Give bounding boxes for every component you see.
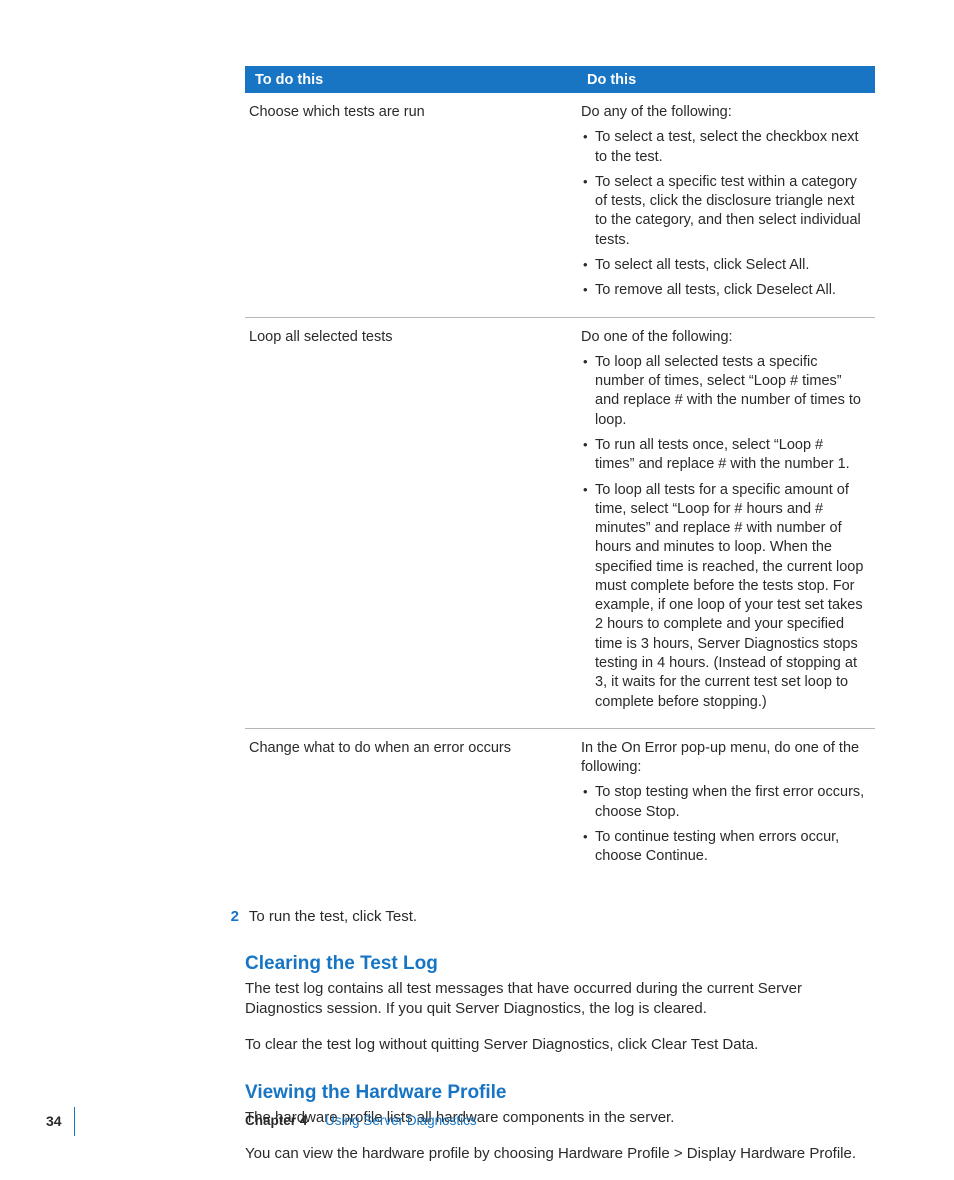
table-row: Choose which tests are run Do any of the… [245, 93, 875, 317]
action-intro: In the On Error pop-up menu, do one of t… [581, 740, 859, 775]
bullet-item: To select all tests, click Select All. [581, 256, 865, 275]
bullet-list: To stop testing when the first error occ… [581, 783, 865, 866]
task-cell: Change what to do when an error occurs [245, 728, 577, 882]
bullet-item: To remove all tests, click Deselect All. [581, 281, 865, 300]
task-cell: Loop all selected tests [245, 317, 577, 728]
bullet-item: To loop all selected tests a specific nu… [581, 353, 865, 430]
step-text: To run the test, click Test. [249, 908, 417, 925]
bullet-list: To select a test, select the checkbox ne… [581, 128, 865, 300]
page-number: 34 [46, 1113, 62, 1129]
bullet-item: To select a test, select the checkbox ne… [581, 128, 865, 167]
table-header-col1: To do this [245, 66, 577, 93]
page-content: To do this Do this Choose which tests ar… [245, 66, 875, 1180]
footer-text: Chapter 4 Using Server Diagnostics [245, 1113, 477, 1128]
bullet-item: To run all tests once, select “Loop # ti… [581, 436, 865, 475]
table-row: Change what to do when an error occurs I… [245, 728, 875, 882]
section-heading: Viewing the Hardware Profile [245, 1082, 875, 1104]
bullet-list: To loop all selected tests a specific nu… [581, 353, 865, 712]
action-intro: Do one of the following: [581, 329, 733, 345]
numbered-step: 2 To run the test, click Test. [219, 907, 875, 927]
action-cell: Do any of the following: To select a tes… [577, 93, 875, 317]
body-paragraph: You can view the hardware profile by cho… [245, 1144, 875, 1164]
bullet-item: To loop all tests for a specific amount … [581, 481, 865, 712]
footer-title: Using Server Diagnostics [325, 1113, 477, 1128]
body-paragraph: The test log contains all test messages … [245, 979, 875, 1020]
action-cell: Do one of the following: To loop all sel… [577, 317, 875, 728]
instruction-table: To do this Do this Choose which tests ar… [245, 66, 875, 883]
table-row: Loop all selected tests Do one of the fo… [245, 317, 875, 728]
task-cell: Choose which tests are run [245, 93, 577, 317]
bullet-item: To stop testing when the first error occ… [581, 783, 865, 822]
step-number: 2 [219, 907, 239, 927]
bullet-item: To select a specific test within a categ… [581, 173, 865, 250]
footer-chapter: Chapter 4 [245, 1113, 307, 1128]
table-header-col2: Do this [577, 66, 875, 93]
action-intro: Do any of the following: [581, 104, 732, 120]
bullet-item: To continue testing when errors occur, c… [581, 828, 865, 867]
section-heading: Clearing the Test Log [245, 953, 875, 975]
body-paragraph: To clear the test log without quitting S… [245, 1035, 875, 1055]
footer-rule [74, 1107, 75, 1136]
action-cell: In the On Error pop-up menu, do one of t… [577, 728, 875, 882]
